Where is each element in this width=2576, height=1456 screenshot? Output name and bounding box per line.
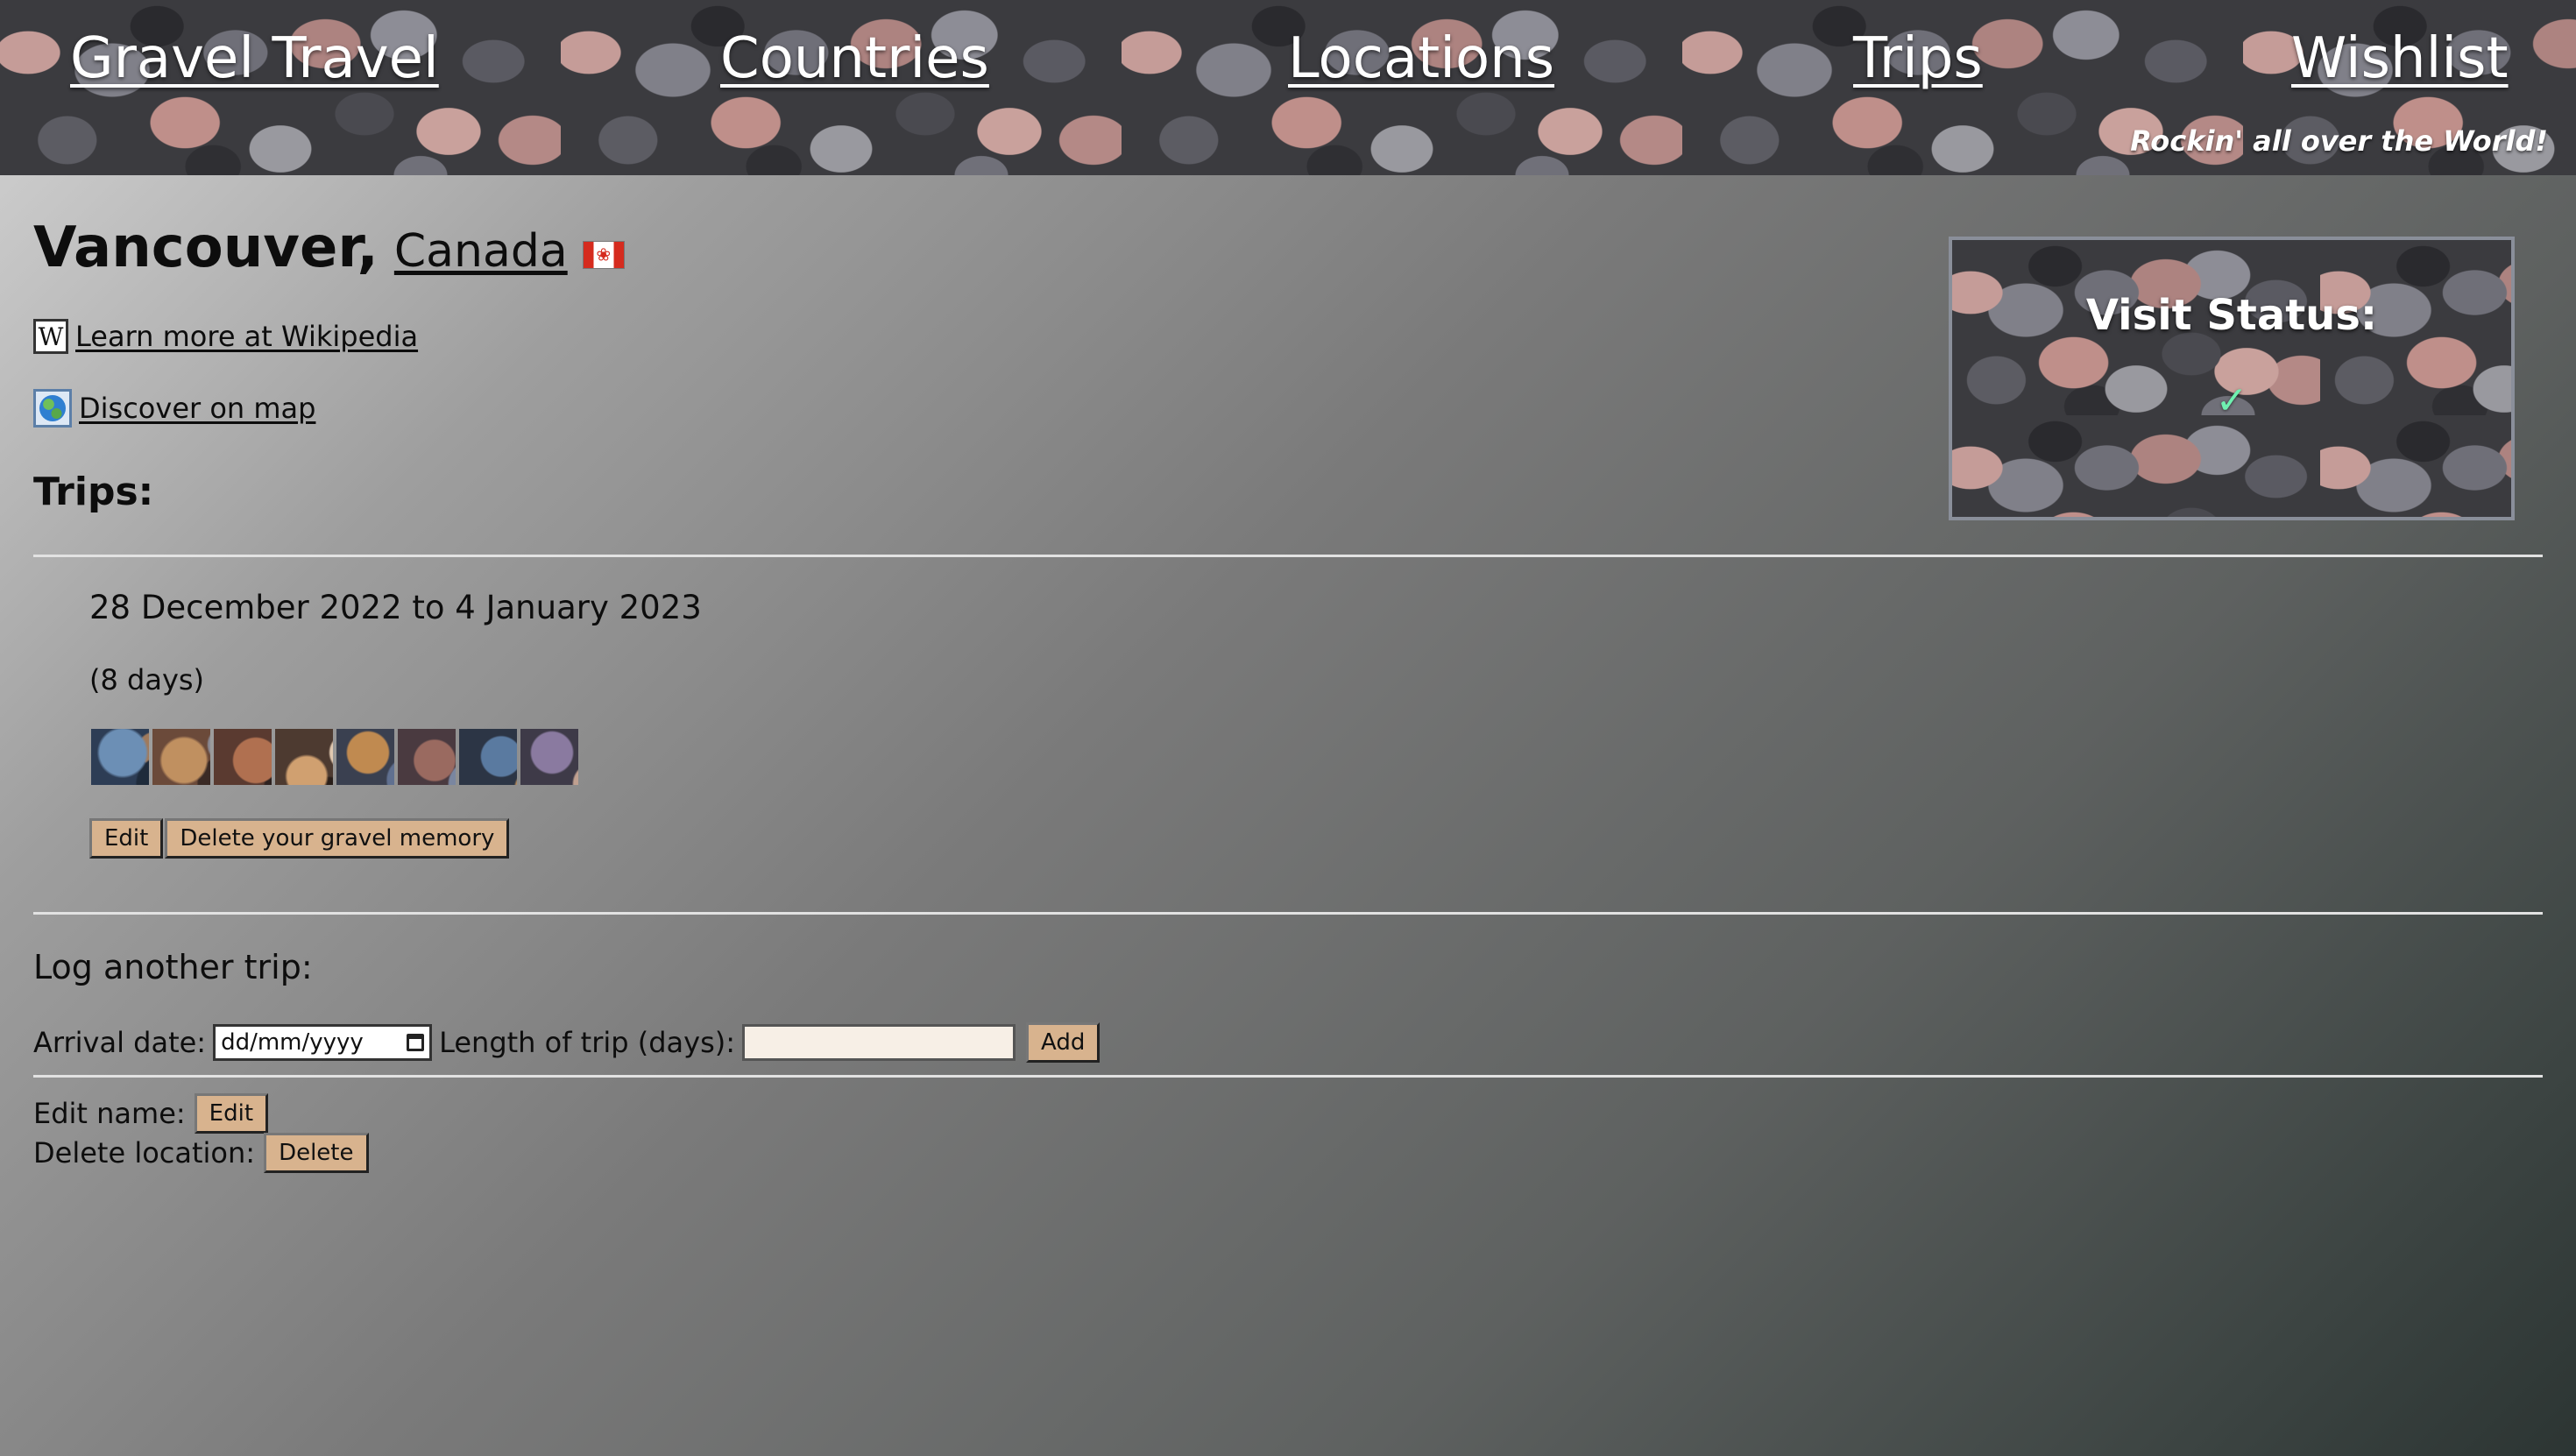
map-link[interactable]: Discover on map bbox=[79, 392, 315, 425]
page-title: Vancouver, Canada bbox=[33, 216, 624, 280]
nav-countries-link[interactable]: Countries bbox=[720, 26, 989, 91]
delete-trip-button[interactable]: Delete your gravel memory bbox=[165, 818, 510, 859]
map-link-row: Discover on map bbox=[33, 389, 315, 428]
nav-home-link[interactable]: Gravel Travel bbox=[70, 26, 439, 91]
trip-photo-thumbnail[interactable] bbox=[152, 729, 210, 785]
arrival-date-input[interactable]: dd/mm/yyyy bbox=[213, 1024, 433, 1061]
delete-location-label: Delete location: bbox=[33, 1136, 256, 1170]
trip-length: (8 days) bbox=[89, 663, 205, 696]
trip-length-input[interactable] bbox=[742, 1024, 1016, 1061]
trip-photo-strip bbox=[91, 729, 578, 785]
nav-locations-link[interactable]: Locations bbox=[1288, 26, 1554, 91]
calendar-icon[interactable] bbox=[407, 1034, 425, 1051]
edit-name-button[interactable]: Edit bbox=[194, 1093, 269, 1134]
trip-actions: Edit Delete your gravel memory bbox=[89, 818, 510, 859]
add-trip-button[interactable]: Add bbox=[1026, 1022, 1100, 1063]
trip-dates: 28 December 2022 to 4 January 2023 bbox=[89, 589, 702, 626]
trip-photo-thumbnail[interactable] bbox=[336, 729, 394, 785]
nav-wishlist-link[interactable]: Wishlist bbox=[2291, 26, 2509, 91]
country-link[interactable]: Canada bbox=[394, 225, 568, 278]
divider bbox=[33, 555, 2543, 557]
divider bbox=[33, 1075, 2543, 1078]
visit-status-card: Visit Status: ✓ bbox=[1949, 237, 2515, 520]
wikipedia-icon: W bbox=[33, 319, 68, 354]
trip-length-label: Length of trip (days): bbox=[439, 1026, 735, 1059]
arrival-date-label: Arrival date: bbox=[33, 1026, 207, 1059]
wikipedia-link[interactable]: Learn more at Wikipedia bbox=[75, 320, 418, 353]
edit-name-label: Edit name: bbox=[33, 1097, 186, 1130]
trip-photo-thumbnail[interactable] bbox=[459, 729, 517, 785]
wikipedia-link-row: W Learn more at Wikipedia bbox=[33, 319, 418, 354]
visited-check-icon: ✓ bbox=[2215, 378, 2248, 423]
trip-photo-thumbnail[interactable] bbox=[214, 729, 272, 785]
divider bbox=[33, 912, 2543, 915]
arrival-date-placeholder: dd/mm/yyyy bbox=[221, 1029, 364, 1056]
globe-icon bbox=[33, 389, 72, 428]
trips-heading: Trips: bbox=[33, 470, 154, 514]
trip-photo-thumbnail[interactable] bbox=[275, 729, 333, 785]
site-tagline: Rockin' all over the World! bbox=[2130, 124, 2548, 158]
delete-location-row: Delete location: Delete bbox=[33, 1133, 369, 1173]
nav-trips-link[interactable]: Trips bbox=[1853, 26, 1983, 91]
edit-name-row: Edit name: Edit bbox=[33, 1093, 269, 1134]
log-trip-heading: Log another trip: bbox=[33, 948, 313, 986]
delete-location-button[interactable]: Delete bbox=[264, 1133, 369, 1173]
edit-trip-button[interactable]: Edit bbox=[89, 818, 164, 859]
trip-photo-thumbnail[interactable] bbox=[398, 729, 456, 785]
visit-status-title: Visit Status: bbox=[2085, 291, 2378, 340]
log-trip-form: Arrival date: dd/mm/yyyy Length of trip … bbox=[33, 1022, 1100, 1063]
trip-photo-thumbnail[interactable] bbox=[520, 729, 578, 785]
city-name: Vancouver, bbox=[33, 216, 379, 280]
trip-photo-thumbnail[interactable] bbox=[91, 729, 149, 785]
canada-flag-icon bbox=[583, 242, 624, 268]
site-header: Gravel Travel Countries Locations Trips … bbox=[0, 0, 2576, 175]
